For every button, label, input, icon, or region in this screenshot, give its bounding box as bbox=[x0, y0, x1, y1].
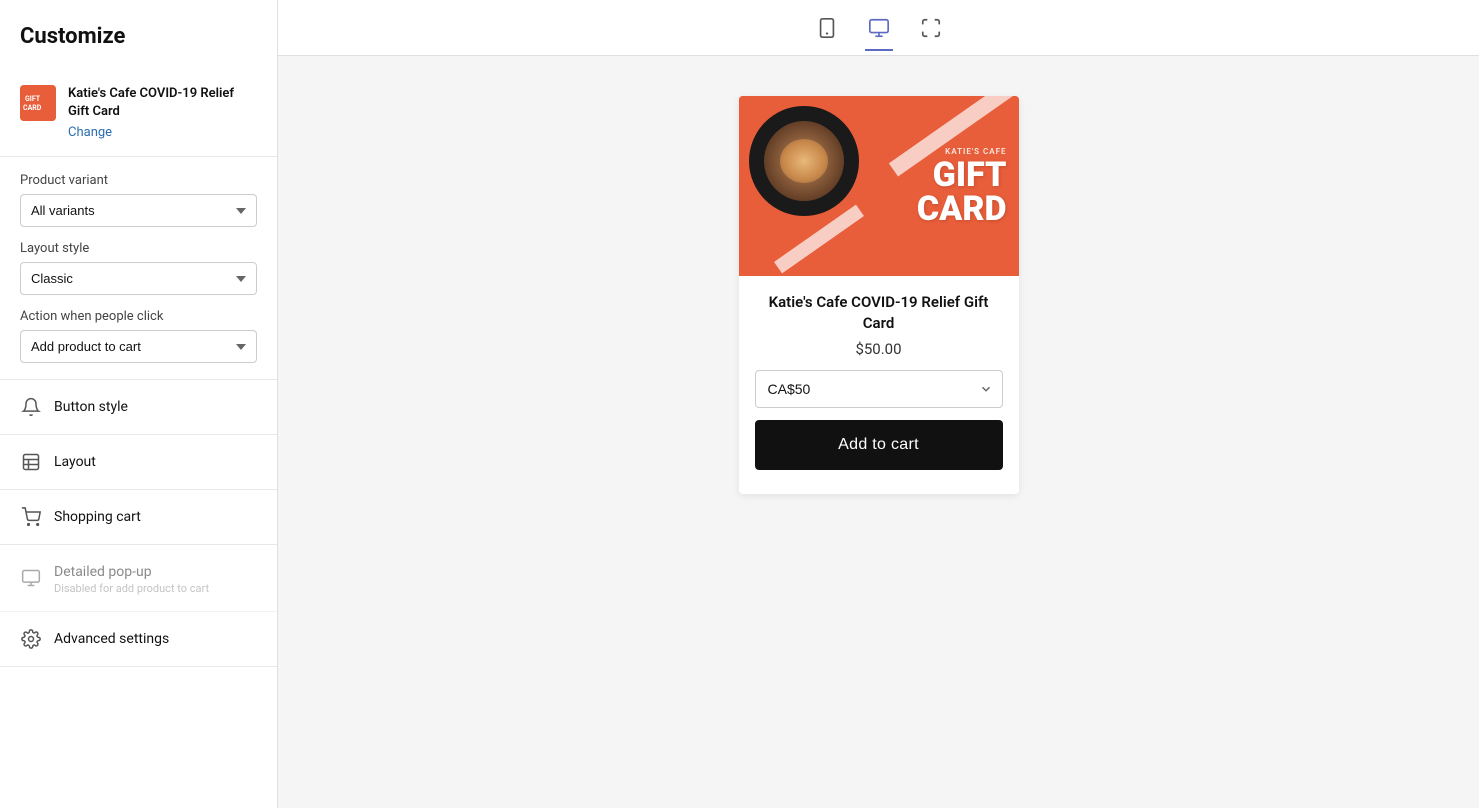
preview-area: KATIE'S CAFE GIFT CARD Katie's Cafe COVI… bbox=[278, 56, 1479, 808]
sidebar: Customize GIFT CARD Katie's Cafe COVID-1… bbox=[0, 0, 278, 808]
variant-select[interactable]: All variants CA$25 CA$50 CA$100 bbox=[20, 194, 257, 227]
action-click-label: Action when people click bbox=[20, 309, 257, 324]
product-section: GIFT CARD Katie's Cafe COVID-19 Relief G… bbox=[0, 69, 277, 157]
coffee-cup-image bbox=[749, 106, 859, 216]
product-card-image: KATIE'S CAFE GIFT CARD bbox=[739, 96, 1019, 276]
variant-label: Product variant bbox=[20, 173, 257, 188]
view-toolbar bbox=[278, 0, 1479, 56]
mobile-view-button[interactable] bbox=[813, 14, 841, 42]
nav-item-advanced-settings[interactable]: Advanced settings bbox=[0, 612, 277, 667]
gift-card-text-overlay: KATIE'S CAFE GIFT CARD bbox=[917, 96, 1007, 276]
fullscreen-view-button[interactable] bbox=[917, 14, 945, 42]
nav-item-layout[interactable]: Layout bbox=[0, 435, 277, 490]
change-product-link[interactable]: Change bbox=[68, 125, 112, 140]
main-content: KATIE'S CAFE GIFT CARD Katie's Cafe COVI… bbox=[278, 0, 1479, 808]
nav-item-shopping-cart[interactable]: Shopping cart bbox=[0, 490, 277, 545]
product-card: KATIE'S CAFE GIFT CARD Katie's Cafe COVI… bbox=[739, 96, 1019, 494]
advanced-settings-label: Advanced settings bbox=[54, 631, 169, 647]
desktop-view-button[interactable] bbox=[865, 14, 893, 42]
product-card-title: Katie's Cafe COVID-19 Relief Gift Card bbox=[739, 276, 1019, 334]
detailed-popup-label: Detailed pop-up bbox=[54, 564, 152, 580]
stripe-decoration-2 bbox=[774, 205, 864, 274]
layout-label: Layout bbox=[54, 454, 96, 470]
variant-group: Product variant All variants CA$25 CA$50… bbox=[20, 173, 257, 227]
product-name: Katie's Cafe COVID-19 Relief Gift Card bbox=[68, 85, 257, 121]
latte-art bbox=[764, 121, 844, 201]
layout-style-group: Layout style Classic Modern Minimal bbox=[20, 241, 257, 295]
gear-icon bbox=[20, 628, 42, 650]
layout-style-select[interactable]: Classic Modern Minimal bbox=[20, 262, 257, 295]
bell-icon bbox=[20, 396, 42, 418]
card-word: CARD bbox=[917, 192, 1007, 226]
shopping-cart-label: Shopping cart bbox=[54, 509, 141, 525]
add-to-cart-button[interactable]: Add to cart bbox=[755, 420, 1003, 470]
product-thumbnail: GIFT CARD bbox=[20, 85, 56, 121]
svg-text:CARD: CARD bbox=[23, 104, 42, 112]
page-title: Customize bbox=[0, 0, 277, 69]
action-click-select[interactable]: Add product to cart Open detailed pop-up… bbox=[20, 330, 257, 363]
gift-card-visual: KATIE'S CAFE GIFT CARD bbox=[739, 96, 1019, 276]
product-card-price: $50.00 bbox=[855, 340, 901, 358]
popup-icon bbox=[20, 567, 42, 589]
action-click-group: Action when people click Add product to … bbox=[20, 309, 257, 363]
layout-icon bbox=[20, 451, 42, 473]
svg-text:GIFT: GIFT bbox=[25, 95, 41, 103]
product-info: Katie's Cafe COVID-19 Relief Gift Card C… bbox=[68, 85, 257, 140]
cart-icon bbox=[20, 506, 42, 528]
nav-item-button-style[interactable]: Button style bbox=[0, 380, 277, 435]
gift-word: GIFT bbox=[933, 158, 1007, 192]
layout-style-label: Layout style bbox=[20, 241, 257, 256]
button-style-label: Button style bbox=[54, 399, 128, 415]
detailed-popup-info: Detailed pop-up Disabled for add product… bbox=[54, 561, 209, 595]
variant-selector-wrap: CA$50 CA$25 CA$100 bbox=[755, 370, 1003, 408]
variant-section: Product variant All variants CA$25 CA$50… bbox=[0, 157, 277, 380]
detailed-popup-sub: Disabled for add product to cart bbox=[54, 582, 209, 595]
nav-item-detailed-popup: Detailed pop-up Disabled for add product… bbox=[0, 545, 277, 612]
product-variant-select[interactable]: CA$50 CA$25 CA$100 bbox=[755, 370, 1003, 408]
thumbnail-image: GIFT CARD bbox=[20, 85, 56, 121]
